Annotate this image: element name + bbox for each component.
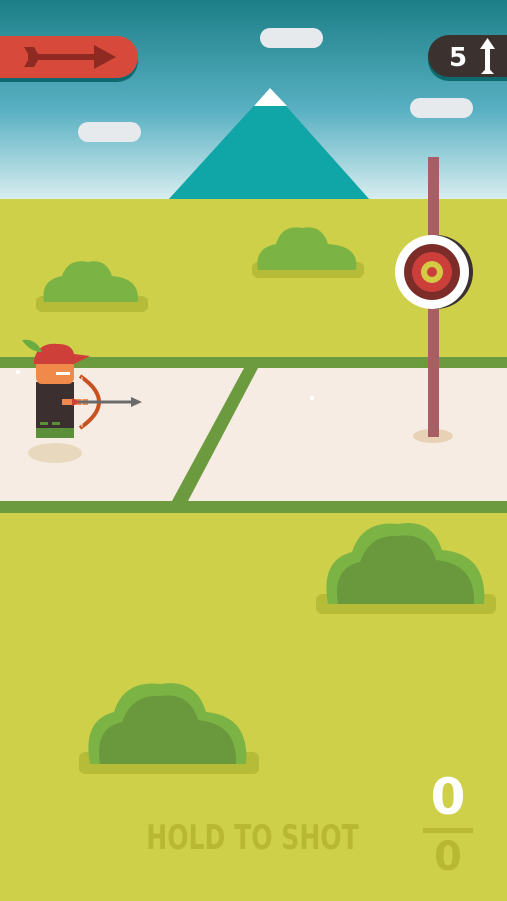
current-score: 0 (430, 768, 466, 826)
cloud (78, 122, 141, 142)
cloud (260, 28, 323, 48)
sparkle (16, 370, 20, 374)
score-divider (423, 828, 473, 833)
game-scene[interactable] (0, 0, 507, 901)
cloud (410, 98, 473, 118)
wind-direction-button[interactable] (0, 36, 138, 82)
sparkle (310, 396, 314, 400)
hold-to-shoot-hint: HOLD TO SHOT (146, 818, 359, 858)
best-score: 0 (434, 834, 462, 880)
arrows-remaining-count: 5 (448, 43, 468, 73)
